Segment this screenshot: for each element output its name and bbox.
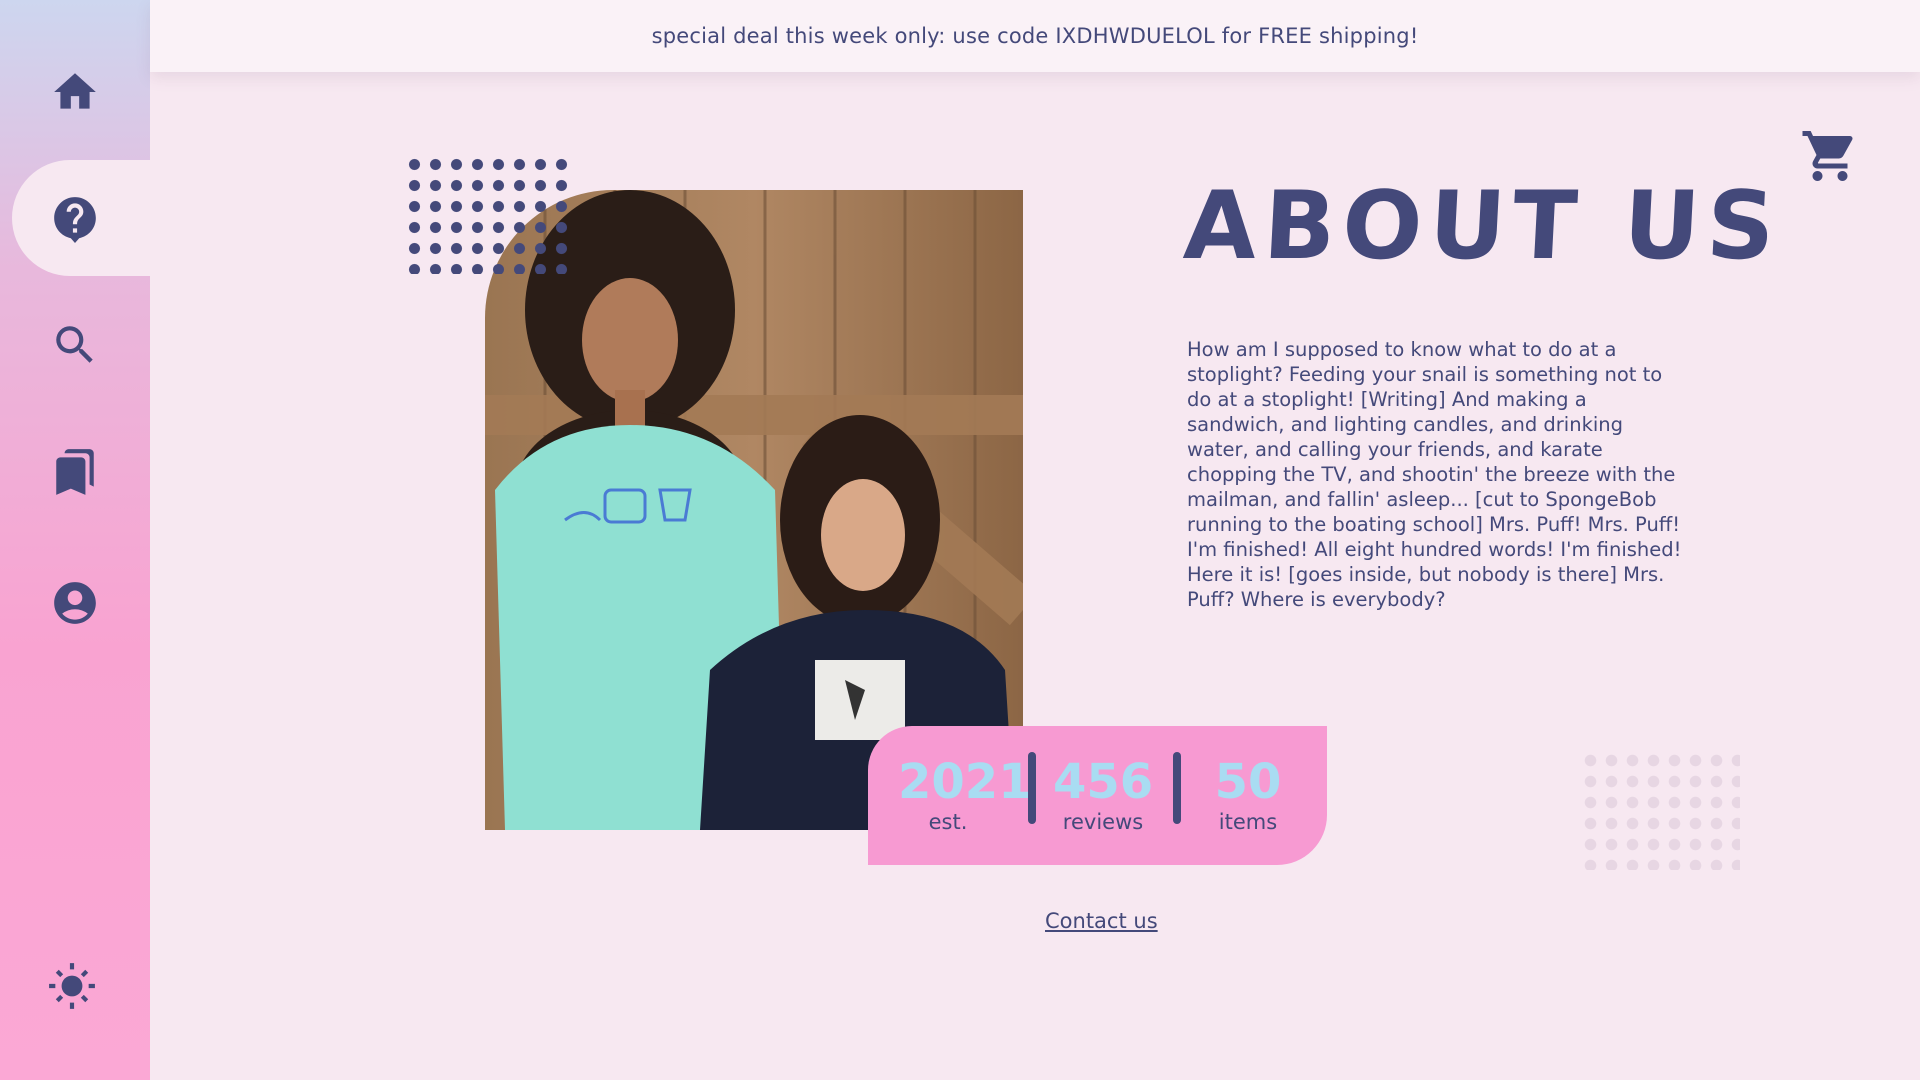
stat-label: items xyxy=(1218,810,1278,834)
sun-icon xyxy=(49,963,95,1009)
theme-toggle[interactable] xyxy=(47,961,97,1011)
stat-divider xyxy=(1173,752,1181,824)
stat-label: reviews xyxy=(1062,810,1144,834)
stat-divider xyxy=(1028,752,1036,824)
about-body-text: How am I supposed to know what to do at … xyxy=(1187,338,1682,611)
stat-items: 50 items xyxy=(1198,756,1298,834)
sidebar-item-search[interactable] xyxy=(12,287,150,403)
sidebar-item-account[interactable] xyxy=(12,545,150,661)
decorative-dots-dark xyxy=(404,154,574,274)
stat-value: 50 xyxy=(1214,754,1282,810)
page-title: ABOUT US xyxy=(1181,172,1785,281)
promo-banner-text: special deal this week only: use code IX… xyxy=(651,24,1419,48)
bookmarks-icon xyxy=(56,449,94,495)
cart-icon xyxy=(1802,131,1853,181)
stat-value: 456 xyxy=(1053,754,1154,810)
stats-card: 2021 est. 456 reviews 50 items xyxy=(868,726,1327,865)
stat-established: 2021 est. xyxy=(898,754,1032,834)
stat-reviews: 456 reviews xyxy=(1053,756,1153,834)
stat-label: est. xyxy=(928,810,968,834)
home-icon xyxy=(54,73,96,109)
stat-value: 2021 xyxy=(898,754,1032,810)
help-icon xyxy=(54,197,96,243)
sidebar xyxy=(0,0,150,1080)
contact-link[interactable]: Contact us xyxy=(1045,909,1158,933)
decorative-dots-light xyxy=(1580,750,1740,870)
sidebar-item-help[interactable] xyxy=(12,160,150,276)
search-icon xyxy=(56,326,93,363)
sidebar-item-bookmarks[interactable] xyxy=(12,414,150,530)
account-icon xyxy=(54,582,96,624)
promo-banner: special deal this week only: use code IX… xyxy=(150,0,1920,72)
sidebar-item-home[interactable] xyxy=(12,34,150,150)
cart-button[interactable] xyxy=(1800,126,1860,186)
